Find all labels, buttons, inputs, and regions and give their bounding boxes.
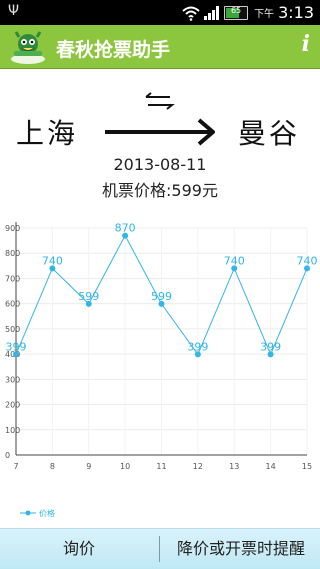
query-price-button[interactable]: 询价 bbox=[0, 529, 158, 569]
info-button[interactable]: i bbox=[302, 31, 310, 57]
data-label: 399 bbox=[187, 340, 208, 353]
y-tick-label: 200 bbox=[5, 401, 20, 410]
bottom-divider bbox=[159, 536, 160, 562]
usb-icon: Ψ bbox=[8, 3, 20, 19]
status-bar-right: 65 下午 3:13 bbox=[182, 2, 314, 23]
arrow-right-icon bbox=[105, 118, 215, 146]
status-ampm: 下午 bbox=[254, 9, 275, 20]
y-tick-label: 700 bbox=[5, 274, 20, 283]
price-line-chart: 01002003004005006007008009007 8 9 10 11 12 13 1… bbox=[5, 222, 318, 518]
data-label: 599 bbox=[78, 290, 99, 303]
price-chart: 0 100 200 300 400 500 600 700 800 900 7 8 9 10 11 12 13 1… bbox=[0, 210, 320, 525]
x-tick-label: 9 bbox=[86, 462, 91, 471]
data-label: 740 bbox=[42, 254, 63, 267]
data-label: 599 bbox=[151, 290, 172, 303]
y-tick-label: 100 bbox=[5, 426, 20, 435]
app-title: 春秋抢票助手 bbox=[56, 39, 171, 61]
status-time: 3:13 bbox=[278, 3, 314, 22]
data-label: 740 bbox=[297, 254, 318, 267]
y-tick-label: 600 bbox=[5, 300, 20, 309]
legend-label: 价格 bbox=[39, 508, 55, 518]
x-tick-label: 8 bbox=[50, 462, 55, 471]
signal-icon bbox=[204, 5, 220, 20]
legend-marker bbox=[25, 510, 31, 516]
y-tick-label: 800 bbox=[5, 249, 20, 258]
ticket-price: 机票价格:599元 bbox=[102, 181, 218, 200]
data-label: 399 bbox=[260, 340, 281, 353]
y-tick-label: 900 bbox=[5, 224, 20, 233]
x-tick-label: 11 bbox=[156, 462, 166, 471]
swap-icon[interactable] bbox=[142, 92, 176, 110]
data-label: 740 bbox=[224, 254, 245, 267]
data-label: 870 bbox=[115, 222, 136, 235]
app-bar: 春秋抢票助手 i bbox=[0, 25, 320, 69]
flight-date[interactable]: 2013-08-11 bbox=[0, 155, 320, 174]
x-tick-label: 7 bbox=[13, 462, 18, 471]
x-tick-label: 14 bbox=[266, 462, 276, 471]
route-panel: 上海 曼谷 2013-08-11 机票价格:599元 bbox=[0, 70, 320, 200]
app-logo-icon[interactable] bbox=[8, 29, 48, 65]
battery-level: 65 bbox=[230, 5, 242, 15]
y-tick-label: 500 bbox=[5, 325, 20, 334]
x-tick-label: 13 bbox=[229, 462, 239, 471]
y-tick-label: 0 bbox=[5, 451, 10, 460]
status-bar: Ψ 65 下午 3:13 bbox=[0, 0, 320, 25]
data-label: 399 bbox=[6, 340, 27, 353]
x-tick-label: 15 bbox=[302, 462, 312, 471]
wifi-icon bbox=[182, 6, 200, 21]
to-city[interactable]: 曼谷 bbox=[238, 112, 300, 152]
from-city[interactable]: 上海 bbox=[16, 112, 78, 152]
x-tick-label: 10 bbox=[120, 462, 130, 471]
y-tick-label: 300 bbox=[5, 375, 20, 384]
battery-icon: 65 bbox=[224, 5, 249, 20]
price-alert-button[interactable]: 降价或开票时提醒 bbox=[162, 529, 320, 569]
bottom-bar: 询价 降价或开票时提醒 bbox=[0, 528, 320, 569]
x-tick-label: 12 bbox=[193, 462, 203, 471]
